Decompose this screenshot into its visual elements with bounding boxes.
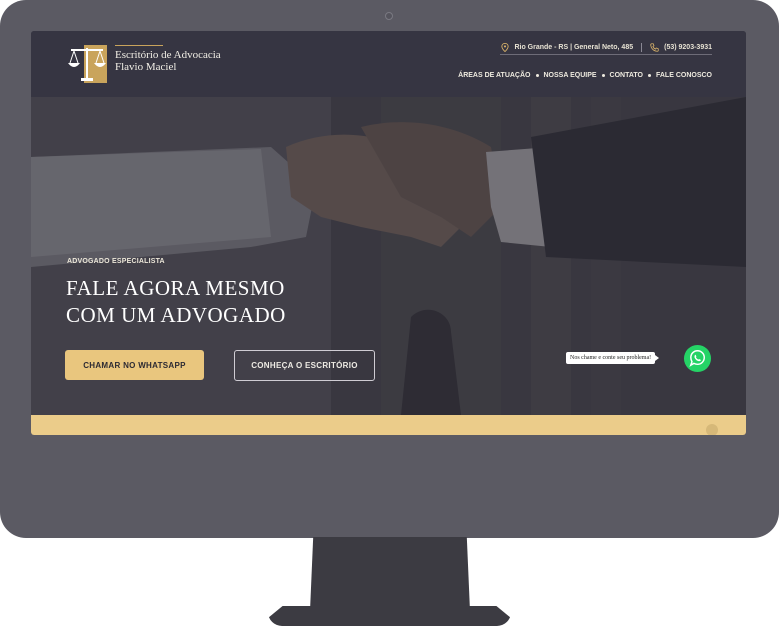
- nav-item-fale-conosco[interactable]: FALE CONOSCO: [656, 72, 712, 79]
- site-header: Escritório de Advocacia Flavio Maciel Ri…: [31, 31, 746, 97]
- hero-headline-line2: COM UM ADVOGADO: [66, 303, 286, 327]
- map-pin-icon: [501, 42, 510, 52]
- nav-item-contato[interactable]: CONTATO: [610, 72, 643, 79]
- hero-headline-line1: FALE AGORA MESMO: [66, 276, 285, 300]
- hero-section: ADVOGADO ESPECIALISTA FALE AGORA MESMO C…: [31, 97, 746, 415]
- monitor-frame: Escritório de Advocacia Flavio Maciel Ri…: [0, 0, 779, 538]
- nav-item-equipe[interactable]: NOSSA EQUIPE: [544, 72, 597, 79]
- phone-icon: [650, 42, 659, 52]
- contact-separator: [641, 42, 643, 52]
- hero-headline: FALE AGORA MESMO COM UM ADVOGADO: [66, 275, 366, 329]
- logo-divider: [115, 45, 163, 46]
- website-screen: Escritório de Advocacia Flavio Maciel Ri…: [31, 31, 746, 435]
- hero-eyebrow: ADVOGADO ESPECIALISTA: [67, 258, 165, 265]
- whatsapp-cta-button[interactable]: CHAMAR NO WHATSAPP: [65, 350, 204, 380]
- scales-logo-icon[interactable]: [67, 45, 107, 83]
- nav-item-areas[interactable]: ÁREAS DE ATUAÇÃO: [458, 72, 530, 79]
- address-text: Rio Grande - RS | General Neto, 485: [514, 43, 634, 51]
- logo-line2: Flavio Maciel: [115, 61, 177, 73]
- whatsapp-tooltip: Nos chame e conte seu problema!: [566, 352, 660, 364]
- monitor-stand: [310, 537, 470, 611]
- nav-dot: [601, 74, 605, 77]
- logo-text[interactable]: Escritório de Advocacia Flavio Maciel: [115, 49, 221, 73]
- gold-section-strip: [31, 415, 746, 435]
- logo-line1: Escritório de Advocacia: [115, 49, 221, 61]
- about-office-button[interactable]: CONHEÇA O ESCRITÓRIO: [234, 350, 375, 381]
- whatsapp-icon[interactable]: [683, 344, 712, 373]
- nav-dot: [647, 74, 651, 77]
- monitor-stand-base: [268, 606, 511, 626]
- nav-dot: [535, 74, 539, 77]
- scroll-top-button[interactable]: [706, 424, 718, 435]
- monitor-camera-icon: [385, 12, 393, 20]
- contact-divider: [500, 54, 712, 55]
- phone-text[interactable]: (53) 9203-3931: [664, 44, 712, 51]
- contact-row: Rio Grande - RS | General Neto, 485 (53)…: [501, 40, 712, 54]
- main-nav: ÁREAS DE ATUAÇÃO NOSSA EQUIPE CONTATO FA…: [458, 72, 712, 79]
